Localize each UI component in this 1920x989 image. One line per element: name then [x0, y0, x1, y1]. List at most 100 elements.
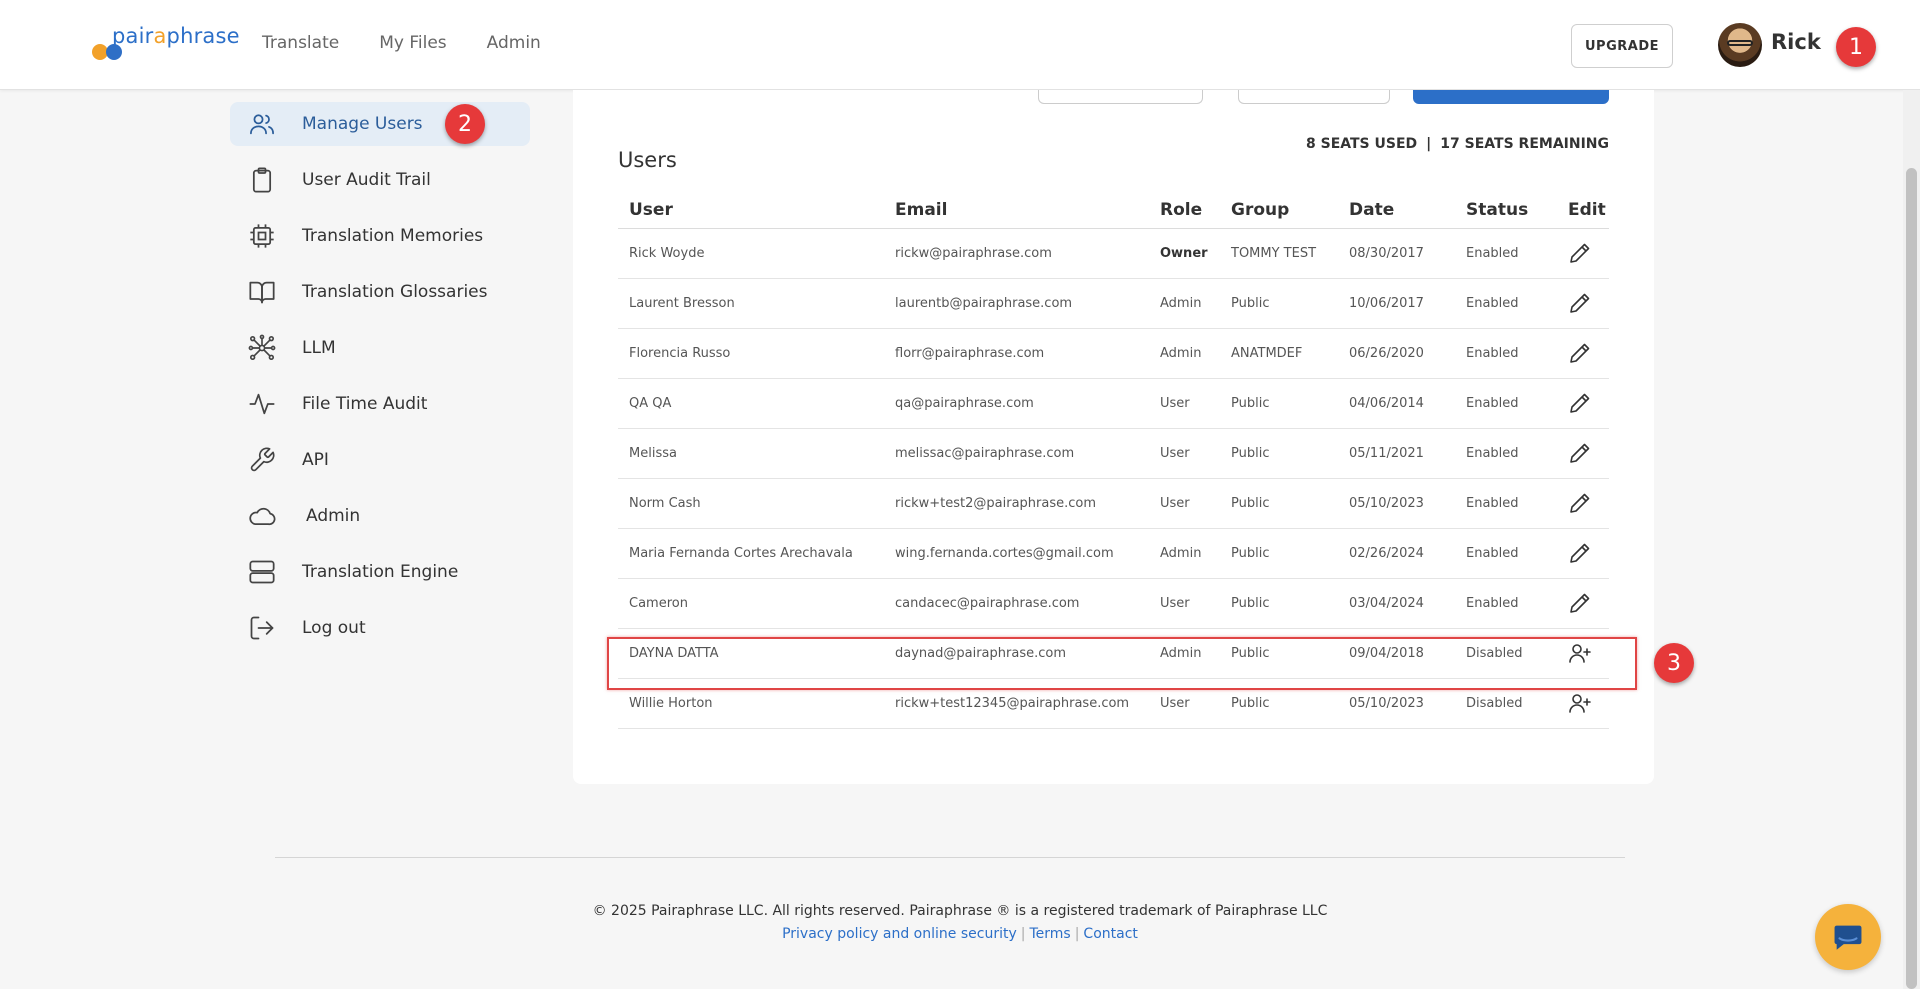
sidebar-item-translation-glossaries[interactable]: Translation Glossaries	[230, 264, 530, 320]
cell-group: Public	[1220, 478, 1338, 529]
contact-link[interactable]: Contact	[1083, 926, 1137, 942]
column-header-role[interactable]: Role	[1149, 192, 1220, 229]
toolbar-button-2[interactable]	[1238, 90, 1390, 104]
users-title: Users	[618, 148, 677, 172]
footer-divider	[275, 857, 1625, 858]
sidebar-item-manage-users[interactable]: Manage Users	[230, 102, 530, 146]
cell-group: Public	[1220, 628, 1338, 679]
cell-role: Admin	[1149, 528, 1220, 579]
chat-widget-button[interactable]	[1815, 904, 1881, 970]
table-row: Maria Fernanda Cortes Arechavala wing.fer…	[618, 528, 1609, 579]
enable-user-button[interactable]	[1557, 678, 1609, 729]
sidebar-item-log-out[interactable]: Log out	[230, 600, 530, 656]
cell-status: Enabled	[1455, 228, 1557, 279]
table-row: Laurent Bresson laurentb@pairaphrase.com A…	[618, 278, 1609, 329]
table-row: Melissa melissac@pairaphrase.com User Publi…	[618, 428, 1609, 479]
edit-user-button[interactable]	[1557, 478, 1609, 529]
enable-user-button[interactable]	[1557, 628, 1609, 679]
sidebar-item-translation-memories[interactable]: Translation Memories	[230, 208, 530, 264]
edit-user-button[interactable]	[1557, 278, 1609, 329]
column-header-status[interactable]: Status	[1455, 192, 1557, 229]
footer-copyright: © 2025 Pairaphrase LLC. All rights reser…	[592, 903, 1328, 919]
page-scrollbar[interactable]	[1903, 90, 1920, 989]
book-icon	[249, 281, 275, 304]
cell-email: rickw@pairaphrase.com	[884, 228, 1149, 279]
users-icon	[250, 114, 274, 135]
activity-icon	[249, 393, 275, 415]
edit-user-button[interactable]	[1557, 228, 1609, 279]
avatar[interactable]	[1718, 23, 1762, 67]
nav-my-files[interactable]: My Files	[379, 33, 446, 53]
sidebar-item-admin[interactable]: Admin	[230, 488, 530, 544]
users-table: User Email Role Group Date Status Edit R…	[618, 192, 1609, 729]
column-header-user[interactable]: User	[618, 192, 884, 229]
cell-date: 03/04/2024	[1338, 578, 1455, 629]
column-header-edit: Edit	[1557, 192, 1609, 229]
sidebar-item-translation-engine[interactable]: Translation Engine	[230, 544, 530, 600]
cell-email: daynad@pairaphrase.com	[884, 628, 1149, 679]
edit-user-button[interactable]	[1557, 378, 1609, 429]
sidebar-item-llm[interactable]: LLM	[230, 320, 530, 376]
terms-link[interactable]: Terms	[1029, 926, 1070, 942]
cell-role: User	[1149, 678, 1220, 729]
sidebar-item-label: API	[302, 450, 329, 470]
sidebar-item-api[interactable]: API	[230, 432, 530, 488]
seats-remaining: 17 SEATS REMAINING	[1440, 136, 1609, 152]
cell-role: User	[1149, 428, 1220, 479]
cell-role: User	[1149, 478, 1220, 529]
scrollbar-thumb[interactable]	[1906, 168, 1917, 989]
nav-translate[interactable]: Translate	[262, 33, 339, 53]
chat-bubble-icon	[1834, 925, 1862, 950]
step-badge-2: 2	[445, 104, 485, 144]
upgrade-button[interactable]: UPGRADE	[1571, 24, 1673, 68]
table-header-row: User Email Role Group Date Status Edit	[618, 192, 1609, 229]
sidebar-item-label: Admin	[306, 506, 361, 526]
edit-icon	[1570, 243, 1590, 263]
edit-icon	[1570, 443, 1590, 463]
cell-group: Public	[1220, 678, 1338, 729]
cell-group: TOMMY TEST	[1220, 228, 1338, 279]
cell-status: Disabled	[1455, 628, 1557, 679]
edit-user-button[interactable]	[1557, 328, 1609, 379]
edit-user-button[interactable]	[1557, 578, 1609, 629]
cell-email: rickw+test12345@pairaphrase.com	[884, 678, 1149, 729]
column-header-email[interactable]: Email	[884, 192, 1149, 229]
cell-user: Norm Cash	[618, 478, 884, 529]
cell-email: qa@pairaphrase.com	[884, 378, 1149, 429]
cell-email: florr@pairaphrase.com	[884, 328, 1149, 379]
cell-role: User	[1149, 378, 1220, 429]
table-row: Florencia Russo florr@pairaphrase.com Admi…	[618, 328, 1609, 379]
privacy-link[interactable]: Privacy policy and online security	[782, 926, 1017, 942]
cell-user: Cameron	[618, 578, 884, 629]
cell-user: Rick Woyde	[618, 228, 884, 279]
edit-icon	[1570, 343, 1590, 363]
sidebar-item-label: Translation Engine	[302, 562, 459, 582]
network-icon	[248, 334, 276, 361]
edit-user-button[interactable]	[1557, 428, 1609, 479]
cell-role: Admin	[1149, 628, 1220, 679]
primary-action-button[interactable]	[1413, 90, 1609, 104]
cell-date: 09/04/2018	[1338, 628, 1455, 679]
toolbar-button-1[interactable]	[1038, 90, 1203, 104]
chip-icon	[250, 224, 274, 248]
cell-date: 02/26/2024	[1338, 528, 1455, 579]
admin-sidebar: Manage Users User Audit Trail Translatio…	[230, 102, 530, 656]
edit-user-button[interactable]	[1557, 528, 1609, 579]
cell-date: 05/10/2023	[1338, 678, 1455, 729]
cell-date: 05/10/2023	[1338, 478, 1455, 529]
nav-admin[interactable]: Admin	[487, 33, 541, 53]
sidebar-item-file-time-audit[interactable]: File Time Audit	[230, 376, 530, 432]
sidebar-item-user-audit-trail[interactable]: User Audit Trail	[230, 152, 530, 208]
user-name[interactable]: Rick	[1771, 30, 1821, 54]
add-user-icon	[1569, 644, 1591, 663]
column-header-group[interactable]: Group	[1220, 192, 1338, 229]
pairaphrase-logo[interactable]: pairaphrase	[92, 22, 240, 64]
cell-user: Florencia Russo	[618, 328, 884, 379]
clipboard-icon	[252, 167, 272, 193]
cell-group: Public	[1220, 278, 1338, 329]
column-header-date[interactable]: Date	[1338, 192, 1455, 229]
cell-date: 05/11/2021	[1338, 428, 1455, 479]
footer-links: Privacy policy and online security | Terms…	[0, 926, 1920, 942]
cell-user: Laurent Bresson	[618, 278, 884, 329]
seats-used: 8 SEATS USED	[1306, 136, 1418, 152]
